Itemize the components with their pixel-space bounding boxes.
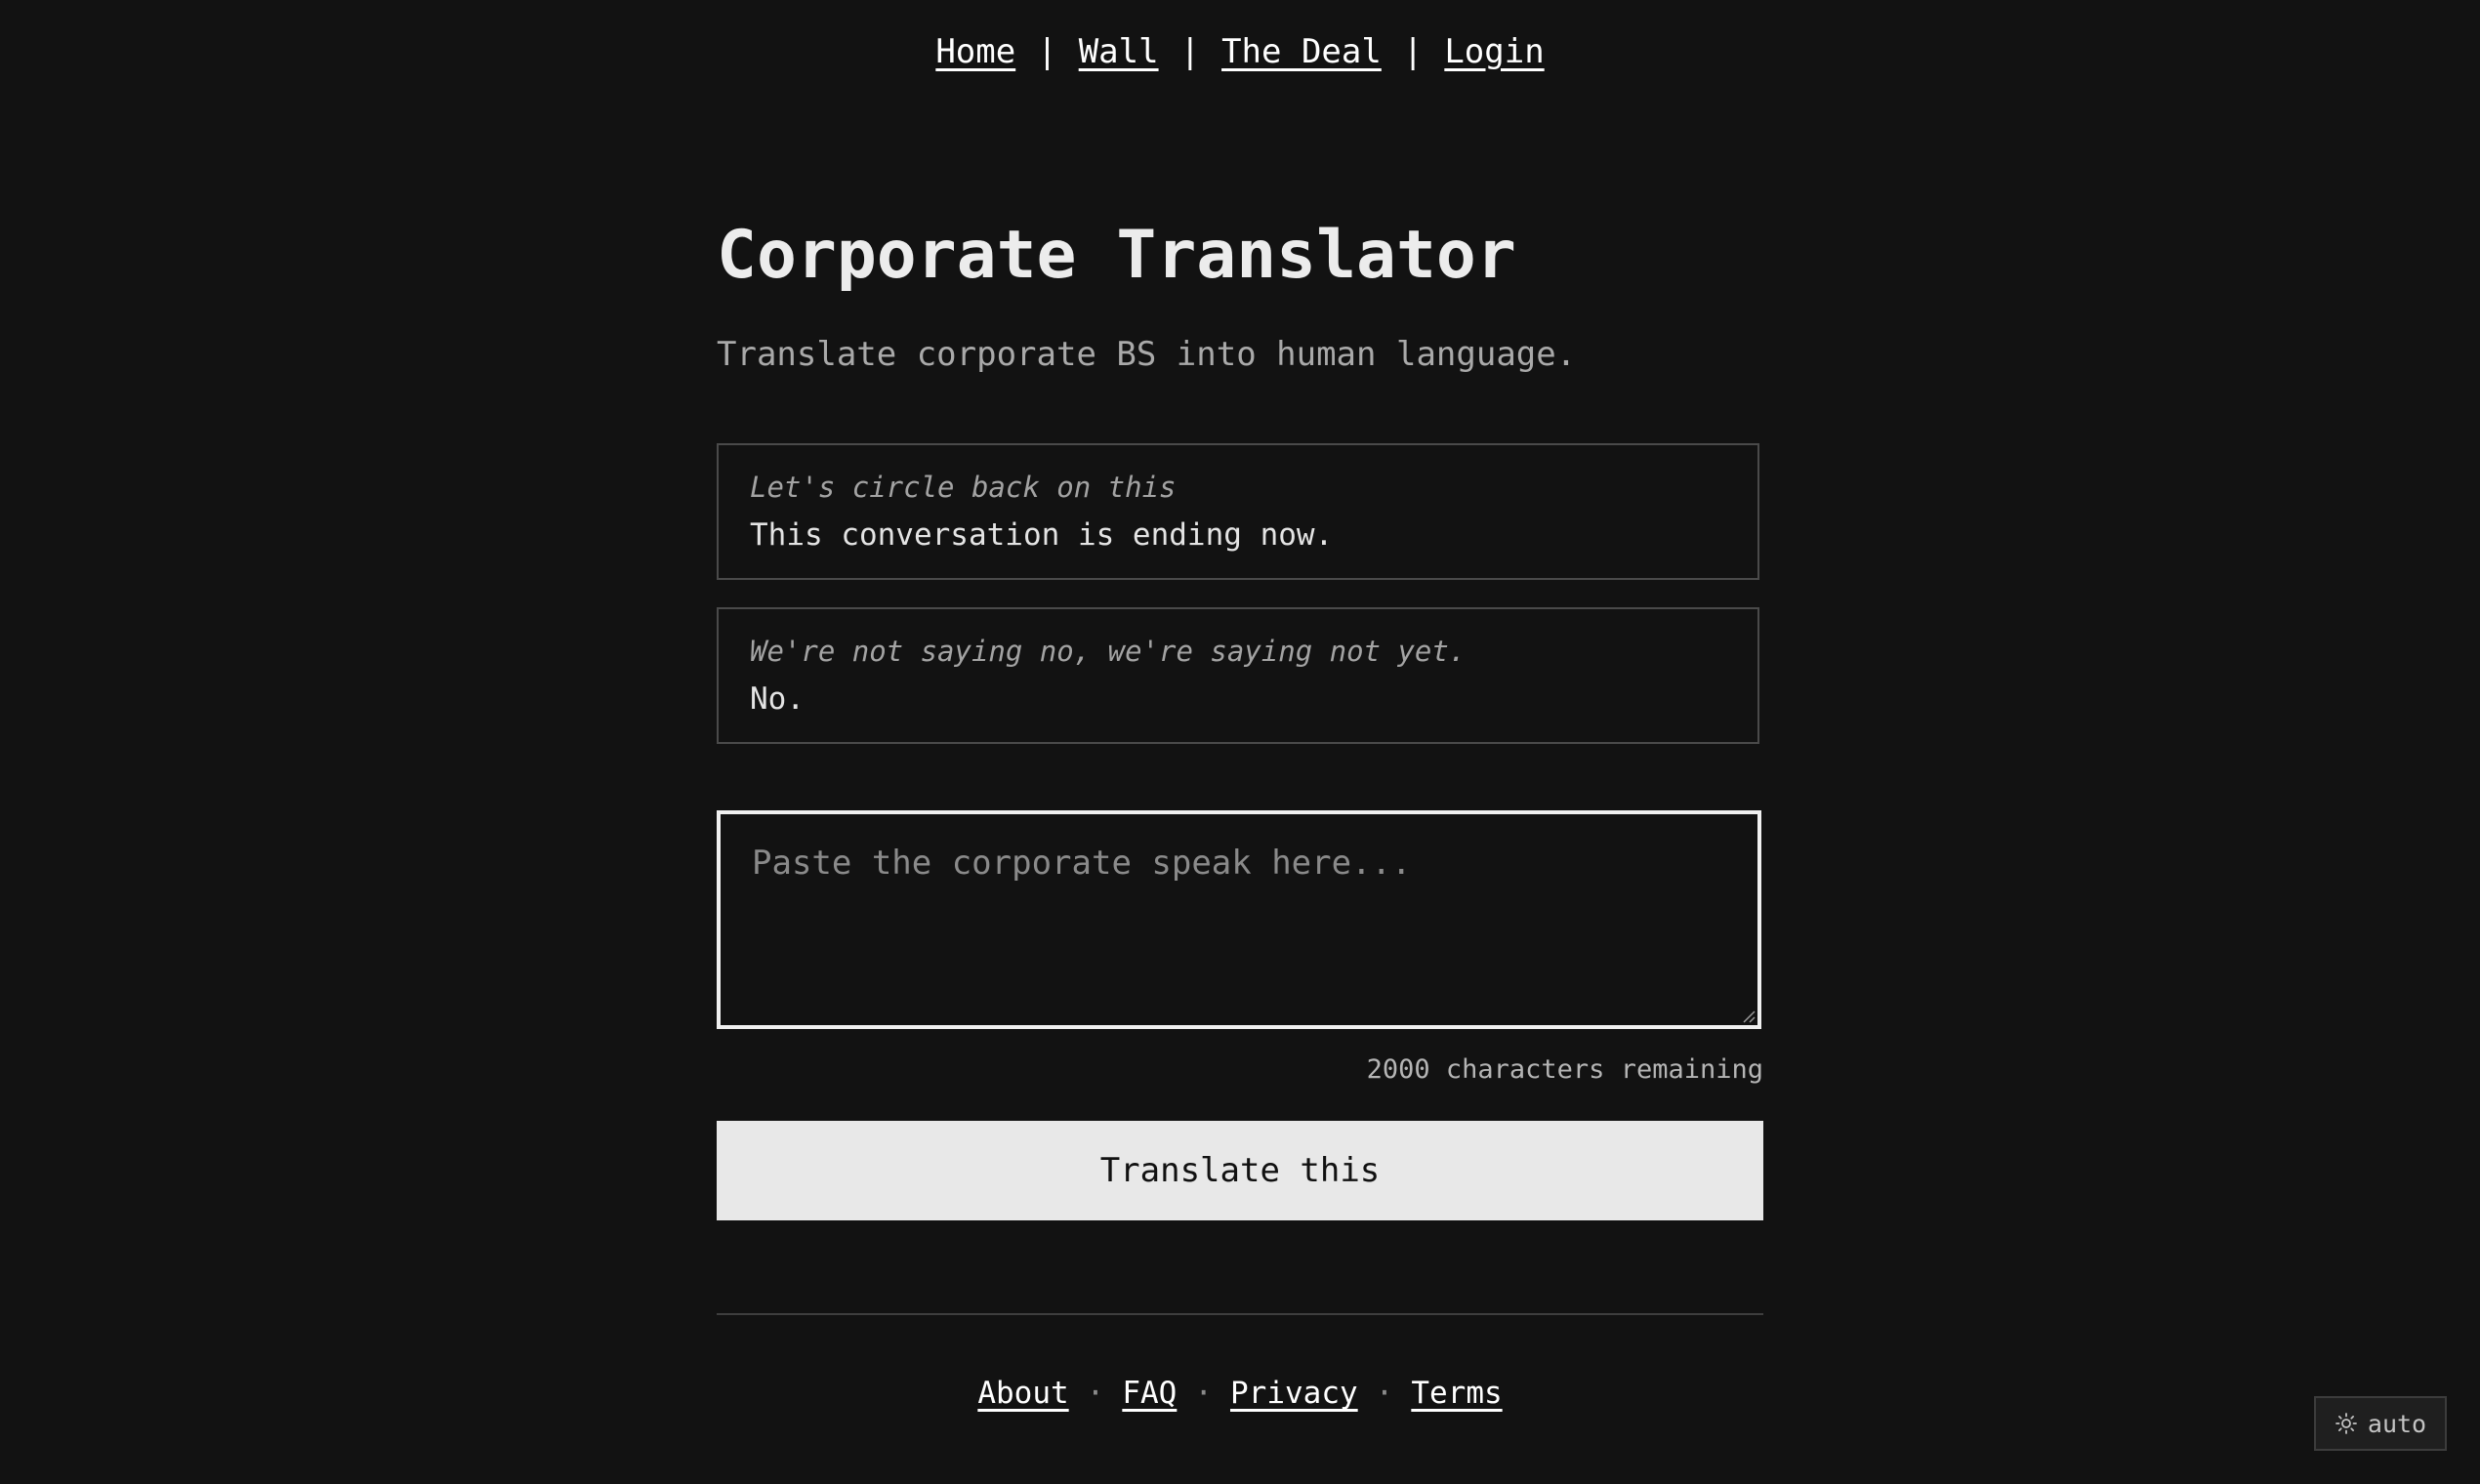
example-quote: Let's circle back on this (750, 471, 1177, 504)
resize-handle-icon[interactable] (1742, 1010, 1756, 1023)
characters-remaining-counter: 2000 characters remaining (1366, 1054, 1763, 1085)
footer-link-terms[interactable]: Terms (1411, 1376, 1502, 1411)
page-title: Corporate Translator (717, 217, 1516, 294)
footer-link-faq[interactable]: FAQ (1122, 1376, 1177, 1411)
sun-icon (2335, 1413, 2357, 1434)
nav-separator: | (1037, 32, 1057, 71)
example-translation: No. (750, 681, 805, 717)
example-translation: This conversation is ending now. (750, 517, 1334, 553)
example-quote: We're not saying no, we're saying not ye… (750, 635, 1467, 668)
theme-toggle-button[interactable]: auto (2314, 1396, 2447, 1451)
nav-separator: | (1402, 32, 1424, 71)
footer-divider (717, 1313, 1763, 1315)
footer-link-about[interactable]: About (977, 1376, 1068, 1411)
footer-separator: · (1086, 1376, 1105, 1411)
nav-separator: | (1179, 32, 1201, 71)
nav-link-home[interactable]: Home (935, 32, 1015, 71)
footer-links: About · FAQ · Privacy · Terms (0, 1369, 2480, 1418)
footer-separator: · (1375, 1376, 1394, 1411)
example-card: We're not saying no, we're saying not ye… (717, 607, 1759, 744)
page-subtitle: Translate corporate BS into human langua… (717, 335, 1577, 374)
translate-button[interactable]: Translate this (717, 1121, 1763, 1220)
example-card: Let's circle back on this This conversat… (717, 443, 1759, 580)
corporate-speak-input[interactable] (717, 810, 1761, 1029)
footer-separator: · (1194, 1376, 1213, 1411)
theme-toggle-label: auto (2367, 1409, 2427, 1438)
nav-link-login[interactable]: Login (1444, 32, 1544, 71)
footer-link-privacy[interactable]: Privacy (1230, 1376, 1358, 1411)
nav-link-the-deal[interactable]: The Deal (1221, 32, 1382, 71)
nav-link-wall[interactable]: Wall (1079, 32, 1159, 71)
top-navigation: Home | Wall | The Deal | Login (0, 25, 2480, 78)
